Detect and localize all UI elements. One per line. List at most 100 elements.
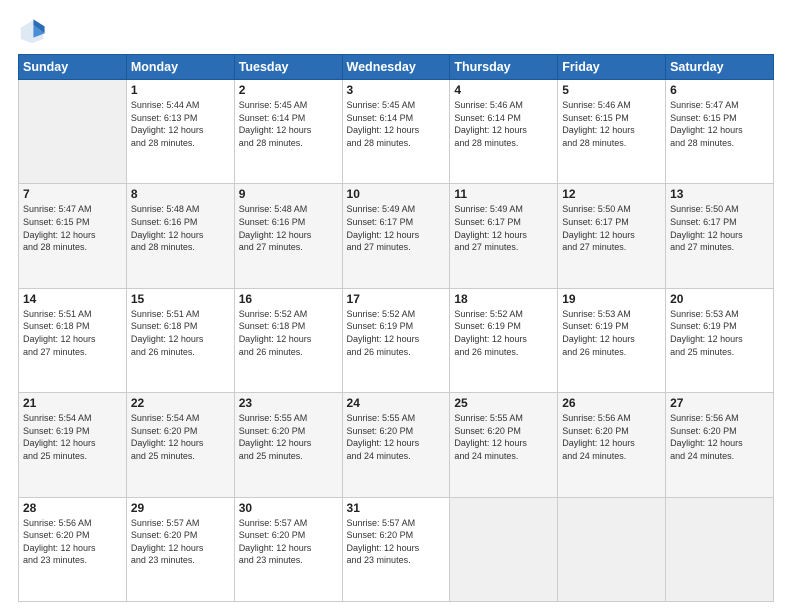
day-number: 17 — [347, 292, 446, 306]
day-number: 20 — [670, 292, 769, 306]
calendar-cell: 1Sunrise: 5:44 AM Sunset: 6:13 PM Daylig… — [126, 80, 234, 184]
day-info: Sunrise: 5:54 AM Sunset: 6:19 PM Dayligh… — [23, 412, 122, 462]
weekday-header: Thursday — [450, 55, 558, 80]
day-info: Sunrise: 5:56 AM Sunset: 6:20 PM Dayligh… — [23, 517, 122, 567]
calendar-cell: 6 Sunrise: 5:47 AM Sunset: 6:15 PM Daylig… — [666, 80, 774, 184]
calendar-cell: 3 Sunrise: 5:45 AM Sunset: 6:14 PM Daylig… — [342, 80, 450, 184]
day-number: 31 — [347, 501, 446, 515]
day-info: Sunrise: 5:47 AM Sunset: 6:15 PM Dayligh… — [23, 203, 122, 253]
day-info: Sunrise: 5:45 AM Sunset: 6:14 PM Dayligh… — [347, 99, 446, 149]
calendar-cell: 23Sunrise: 5:55 AM Sunset: 6:20 PM Dayli… — [234, 393, 342, 497]
calendar-week: 21 Sunrise: 5:54 AM Sunset: 6:19 PM Dayli… — [19, 393, 774, 497]
calendar-week: 28 Sunrise: 5:56 AM Sunset: 6:20 PM Dayli… — [19, 497, 774, 601]
calendar-table: SundayMondayTuesdayWednesdayThursdayFrid… — [18, 54, 774, 602]
day-info: Sunrise: 5:51 AM Sunset: 6:18 PM Dayligh… — [131, 308, 230, 358]
calendar-cell: 14 Sunrise: 5:51 AM Sunset: 6:18 PM Dayli… — [19, 288, 127, 392]
day-number: 8 — [131, 187, 230, 201]
calendar-cell — [19, 80, 127, 184]
calendar-cell: 12 Sunrise: 5:50 AM Sunset: 6:17 PM Dayli… — [558, 184, 666, 288]
day-info: Sunrise: 5:55 AM Sunset: 6:20 PM Dayligh… — [454, 412, 553, 462]
calendar-cell: 30 Sunrise: 5:57 AM Sunset: 6:20 PM Dayli… — [234, 497, 342, 601]
day-number: 15 — [131, 292, 230, 306]
calendar-cell: 29 Sunrise: 5:57 AM Sunset: 6:20 PM Dayli… — [126, 497, 234, 601]
day-number: 12 — [562, 187, 661, 201]
day-number: 13 — [670, 187, 769, 201]
calendar-week: 14 Sunrise: 5:51 AM Sunset: 6:18 PM Dayli… — [19, 288, 774, 392]
day-info: Sunrise: 5:50 AM Sunset: 6:17 PM Dayligh… — [562, 203, 661, 253]
day-info: Sunrise: 5:46 AM Sunset: 6:15 PM Dayligh… — [562, 99, 661, 149]
calendar-cell: 27 Sunrise: 5:56 AM Sunset: 6:20 PM Dayli… — [666, 393, 774, 497]
day-info: Sunrise: 5:53 AM Sunset: 6:19 PM Dayligh… — [670, 308, 769, 358]
calendar-cell: 13 Sunrise: 5:50 AM Sunset: 6:17 PM Dayli… — [666, 184, 774, 288]
day-info: Sunrise: 5:55 AM Sunset: 6:20 PM Dayligh… — [347, 412, 446, 462]
calendar-cell: 21 Sunrise: 5:54 AM Sunset: 6:19 PM Dayli… — [19, 393, 127, 497]
day-info: Sunrise: 5:46 AM Sunset: 6:14 PM Dayligh… — [454, 99, 553, 149]
day-info: Sunrise: 5:50 AM Sunset: 6:17 PM Dayligh… — [670, 203, 769, 253]
calendar-week: 1Sunrise: 5:44 AM Sunset: 6:13 PM Daylig… — [19, 80, 774, 184]
day-info: Sunrise: 5:57 AM Sunset: 6:20 PM Dayligh… — [347, 517, 446, 567]
calendar-cell — [666, 497, 774, 601]
day-info: Sunrise: 5:49 AM Sunset: 6:17 PM Dayligh… — [347, 203, 446, 253]
day-info: Sunrise: 5:49 AM Sunset: 6:17 PM Dayligh… — [454, 203, 553, 253]
day-number: 3 — [347, 83, 446, 97]
calendar-cell: 10 Sunrise: 5:49 AM Sunset: 6:17 PM Dayli… — [342, 184, 450, 288]
calendar-cell: 19Sunrise: 5:53 AM Sunset: 6:19 PM Dayli… — [558, 288, 666, 392]
day-number: 22 — [131, 396, 230, 410]
day-number: 2 — [239, 83, 338, 97]
weekday-header: Friday — [558, 55, 666, 80]
calendar-cell: 11 Sunrise: 5:49 AM Sunset: 6:17 PM Dayli… — [450, 184, 558, 288]
day-number: 11 — [454, 187, 553, 201]
calendar-cell: 7 Sunrise: 5:47 AM Sunset: 6:15 PM Daylig… — [19, 184, 127, 288]
day-number: 28 — [23, 501, 122, 515]
weekday-header: Monday — [126, 55, 234, 80]
calendar-cell: 28 Sunrise: 5:56 AM Sunset: 6:20 PM Dayli… — [19, 497, 127, 601]
day-info: Sunrise: 5:44 AM Sunset: 6:13 PM Dayligh… — [131, 99, 230, 149]
day-info: Sunrise: 5:52 AM Sunset: 6:18 PM Dayligh… — [239, 308, 338, 358]
calendar-cell: 22 Sunrise: 5:54 AM Sunset: 6:20 PM Dayli… — [126, 393, 234, 497]
day-number: 26 — [562, 396, 661, 410]
day-info: Sunrise: 5:47 AM Sunset: 6:15 PM Dayligh… — [670, 99, 769, 149]
calendar-cell: 8 Sunrise: 5:48 AM Sunset: 6:16 PM Daylig… — [126, 184, 234, 288]
calendar-cell: 20 Sunrise: 5:53 AM Sunset: 6:19 PM Dayli… — [666, 288, 774, 392]
calendar-header: SundayMondayTuesdayWednesdayThursdayFrid… — [19, 55, 774, 80]
calendar-cell: 26 Sunrise: 5:56 AM Sunset: 6:20 PM Dayli… — [558, 393, 666, 497]
day-number: 19 — [562, 292, 661, 306]
day-number: 7 — [23, 187, 122, 201]
calendar-cell — [450, 497, 558, 601]
day-number: 23 — [239, 396, 338, 410]
logo — [18, 18, 50, 46]
calendar-cell: 2Sunrise: 5:45 AM Sunset: 6:14 PM Daylig… — [234, 80, 342, 184]
day-info: Sunrise: 5:57 AM Sunset: 6:20 PM Dayligh… — [239, 517, 338, 567]
day-info: Sunrise: 5:52 AM Sunset: 6:19 PM Dayligh… — [347, 308, 446, 358]
day-info: Sunrise: 5:56 AM Sunset: 6:20 PM Dayligh… — [562, 412, 661, 462]
weekday-header: Tuesday — [234, 55, 342, 80]
weekday-header: Wednesday — [342, 55, 450, 80]
weekday-row: SundayMondayTuesdayWednesdayThursdayFrid… — [19, 55, 774, 80]
calendar-cell: 18Sunrise: 5:52 AM Sunset: 6:19 PM Dayli… — [450, 288, 558, 392]
day-info: Sunrise: 5:51 AM Sunset: 6:18 PM Dayligh… — [23, 308, 122, 358]
calendar-cell: 9Sunrise: 5:48 AM Sunset: 6:16 PM Daylig… — [234, 184, 342, 288]
day-info: Sunrise: 5:52 AM Sunset: 6:19 PM Dayligh… — [454, 308, 553, 358]
day-number: 16 — [239, 292, 338, 306]
day-info: Sunrise: 5:56 AM Sunset: 6:20 PM Dayligh… — [670, 412, 769, 462]
day-number: 10 — [347, 187, 446, 201]
calendar-cell: 17 Sunrise: 5:52 AM Sunset: 6:19 PM Dayli… — [342, 288, 450, 392]
calendar-week: 7 Sunrise: 5:47 AM Sunset: 6:15 PM Daylig… — [19, 184, 774, 288]
day-number: 30 — [239, 501, 338, 515]
day-info: Sunrise: 5:48 AM Sunset: 6:16 PM Dayligh… — [131, 203, 230, 253]
day-number: 27 — [670, 396, 769, 410]
weekday-header: Saturday — [666, 55, 774, 80]
day-number: 14 — [23, 292, 122, 306]
weekday-header: Sunday — [19, 55, 127, 80]
calendar-body: 1Sunrise: 5:44 AM Sunset: 6:13 PM Daylig… — [19, 80, 774, 602]
day-number: 5 — [562, 83, 661, 97]
calendar-cell: 31 Sunrise: 5:57 AM Sunset: 6:20 PM Dayli… — [342, 497, 450, 601]
header — [18, 18, 774, 46]
day-number: 6 — [670, 83, 769, 97]
logo-icon — [18, 18, 46, 46]
day-number: 29 — [131, 501, 230, 515]
calendar-cell: 5 Sunrise: 5:46 AM Sunset: 6:15 PM Daylig… — [558, 80, 666, 184]
day-info: Sunrise: 5:57 AM Sunset: 6:20 PM Dayligh… — [131, 517, 230, 567]
day-info: Sunrise: 5:54 AM Sunset: 6:20 PM Dayligh… — [131, 412, 230, 462]
day-number: 21 — [23, 396, 122, 410]
